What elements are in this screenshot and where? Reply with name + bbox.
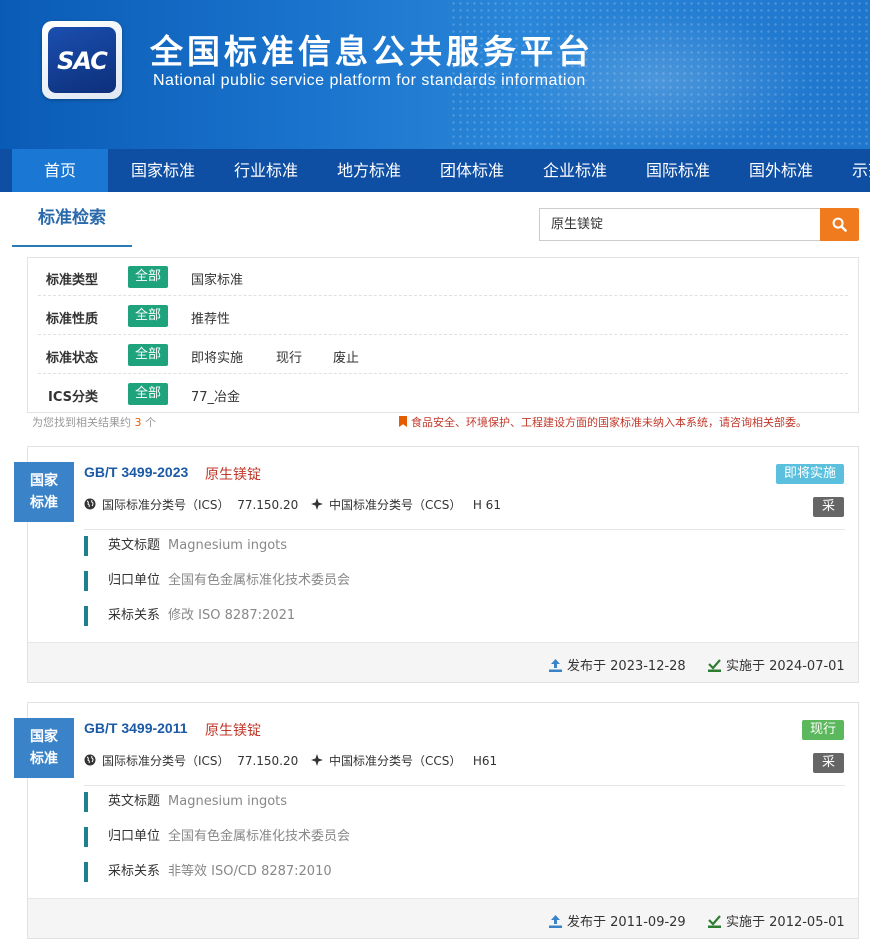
standard-type-badge: 国家 标准 (14, 718, 74, 778)
publish-date: 发布于 2023-12-28 (549, 655, 686, 674)
filter-option[interactable]: 废止 (333, 347, 359, 366)
filter-all-button[interactable]: 全部 (128, 383, 168, 405)
filter-label: 标准性质 (46, 312, 99, 327)
standard-type-badge: 国家 标准 (14, 462, 74, 522)
status-badge: 现行 (801, 720, 844, 740)
filter-all-button[interactable]: 全部 (128, 305, 168, 327)
logo-text: SAC (57, 47, 108, 75)
result-card: 国家 标准 GB/T 3499-2023 原生镁锭 国际标准分类号（ICS） 7… (14, 446, 859, 683)
detail-relation: 采标关系 修改 ISO 8287:2021 (84, 606, 295, 626)
detail-dept: 归口单位 全国有色金属标准化技术委员会 (84, 827, 350, 847)
card-footer: 发布于 2023-12-28 实施于 2024-07-01 (28, 642, 858, 682)
nav-item-local[interactable]: 地方标准 (321, 149, 417, 192)
card-footer: 发布于 2011-09-29 实施于 2012-05-01 (28, 898, 858, 938)
search-input[interactable]: 原生镁锭 (539, 208, 821, 241)
filter-option[interactable]: 77_冶金 (191, 386, 240, 405)
site-title: 全国标准信息公共服务平台 (150, 32, 594, 71)
search-icon (832, 217, 847, 232)
standard-code-link[interactable]: GB/T 3499-2011 (84, 720, 188, 736)
standard-name-link[interactable]: 原生镁锭 (205, 464, 261, 484)
filter-option[interactable]: 现行 (276, 347, 302, 366)
filter-row-status: 标准状态 全部 即将实施 现行 废止 (38, 336, 848, 374)
upload-icon (549, 659, 562, 672)
sac-logo[interactable]: SAC (42, 21, 122, 99)
filter-row-type: 标准类型 全部 国家标准 (38, 258, 848, 296)
compass-icon (311, 754, 323, 766)
detail-en-title: 英文标题 Magnesium ingots (84, 792, 287, 812)
filter-label: 标准类型 (46, 273, 99, 288)
implement-date: 实施于 2024-07-01 (708, 655, 845, 674)
ccs-info: 中国标准分类号（CCS） H61 (311, 752, 497, 769)
compass-icon (311, 498, 323, 510)
filter-option[interactable]: 国家标准 (191, 269, 243, 288)
result-count-number: 3 (134, 416, 142, 429)
nav-item-enterprise[interactable]: 企业标准 (527, 149, 623, 192)
nav-item-demo[interactable]: 示范 (836, 149, 870, 192)
nav-item-home[interactable]: 首页 (12, 149, 108, 192)
adopt-tag: 采 (813, 497, 844, 517)
standard-code-link[interactable]: GB/T 3499-2023 (84, 464, 188, 480)
site-subtitle: National public service platform for sta… (153, 72, 586, 89)
scope-notice: 食品安全、环境保护、工程建设方面的国家标准未纳入本系统，请咨询相关部委。 (399, 414, 807, 430)
check-icon (708, 915, 721, 928)
ics-info: 国际标准分类号（ICS） 77.150.20 (84, 752, 298, 769)
bookmark-icon (399, 416, 407, 427)
result-card: 国家 标准 GB/T 3499-2011 原生镁锭 国际标准分类号（ICS） 7… (14, 702, 859, 939)
nav-item-national[interactable]: 国家标准 (115, 149, 211, 192)
filter-option[interactable]: 推荐性 (191, 308, 230, 327)
filter-all-button[interactable]: 全部 (128, 344, 168, 366)
result-count: 为您找到相关结果约 3 个 (32, 416, 156, 429)
filter-label: ICS分类 (48, 390, 98, 405)
detail-dept: 归口单位 全国有色金属标准化技术委员会 (84, 571, 350, 591)
publish-date: 发布于 2011-09-29 (549, 911, 686, 930)
filter-row-ics: ICS分类 全部 77_冶金 (38, 375, 848, 413)
globe-icon (84, 498, 96, 510)
filter-option[interactable]: 即将实施 (191, 347, 243, 366)
implement-date: 实施于 2012-05-01 (708, 911, 845, 930)
ccs-info: 中国标准分类号（CCS） H 61 (311, 496, 501, 513)
search-button[interactable] (820, 208, 859, 241)
tab-standard-search[interactable]: 标准检索 (12, 196, 132, 247)
nav-item-group[interactable]: 团体标准 (424, 149, 520, 192)
detail-relation: 采标关系 非等效 ISO/CD 8287:2010 (84, 862, 332, 882)
adopt-tag: 采 (813, 753, 844, 773)
status-badge: 即将实施 (775, 464, 844, 484)
filter-all-button[interactable]: 全部 (128, 266, 168, 288)
ics-info: 国际标准分类号（ICS） 77.150.20 (84, 496, 298, 513)
header-banner: SAC 全国标准信息公共服务平台 National public service… (0, 0, 870, 149)
detail-en-title: 英文标题 Magnesium ingots (84, 536, 287, 556)
standard-name-link[interactable]: 原生镁锭 (205, 720, 261, 740)
filter-panel: 标准类型 全部 国家标准 标准性质 全部 推荐性 标准状态 全部 即将实施 现行… (27, 257, 859, 413)
nav-item-international[interactable]: 国际标准 (630, 149, 726, 192)
filter-label: 标准状态 (46, 351, 99, 366)
nav-item-industry[interactable]: 行业标准 (218, 149, 314, 192)
nav-item-foreign[interactable]: 国外标准 (733, 149, 829, 192)
main-nav: 首页 国家标准 行业标准 地方标准 团体标准 企业标准 国际标准 国外标准 示范 (0, 149, 870, 192)
filter-row-nature: 标准性质 全部 推荐性 (38, 297, 848, 335)
check-icon (708, 659, 721, 672)
upload-icon (549, 915, 562, 928)
globe-icon (84, 754, 96, 766)
